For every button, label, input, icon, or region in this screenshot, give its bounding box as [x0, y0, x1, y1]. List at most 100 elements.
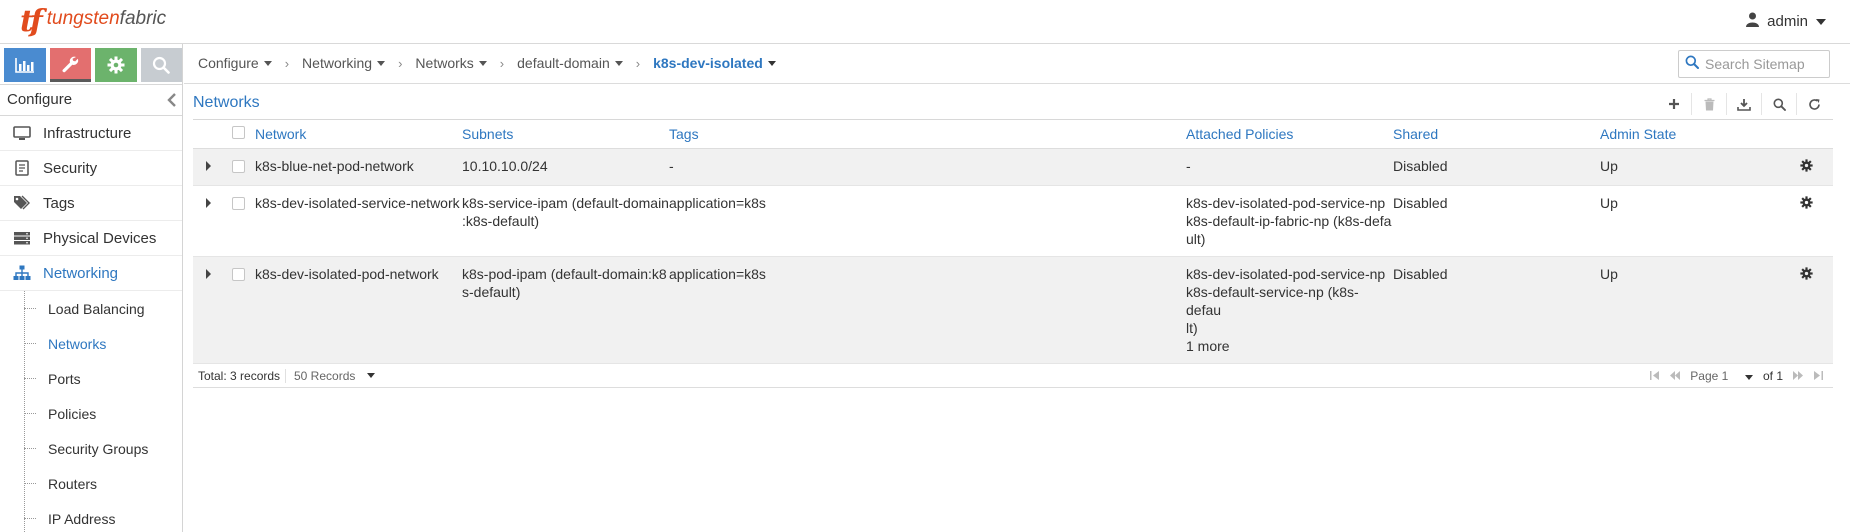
cell-tags: application=k8s [669, 185, 1186, 257]
last-page-icon[interactable] [1813, 369, 1823, 383]
breadcrumb-networks[interactable]: Networks [415, 55, 487, 71]
breadcrumb: Configure › Networking › Networks › defa… [198, 55, 776, 71]
subnet-line: k8s-pod-ipam (default-domain:k8 [462, 265, 667, 282]
breadcrumb-project[interactable]: k8s-dev-isolated [653, 55, 776, 71]
sidebar-subitem-routers[interactable]: Routers [0, 466, 182, 501]
plus-icon [1668, 99, 1679, 109]
collapse-sidebar-icon[interactable] [166, 85, 178, 126]
logo-wordmark: tungstenfabric [47, 8, 166, 30]
sidebar-header: Configure [0, 84, 182, 116]
sidebar-subitem-load-balancing[interactable]: Load Balancing [0, 291, 182, 326]
security-icon [12, 160, 32, 176]
expand-row-icon[interactable] [206, 268, 211, 279]
chevron-down-icon [614, 60, 623, 66]
search-icon [1773, 98, 1786, 111]
networking-icon [12, 265, 32, 281]
pagination: Page 1 of 1 [1650, 369, 1823, 383]
sidebar-subitem-ip-address[interactable]: IP Address [0, 501, 182, 532]
cell-admin-state: Up [1600, 256, 1800, 364]
next-page-icon[interactable] [1793, 369, 1803, 383]
row-actions-gear-icon[interactable] [1800, 266, 1813, 284]
row-checkbox[interactable] [232, 196, 245, 210]
refresh-icon [1808, 98, 1820, 110]
table-row[interactable]: k8s-dev-isolated-pod-network k8s-pod-ipa… [193, 256, 1833, 364]
expand-row-icon[interactable] [206, 197, 211, 208]
search-grid-button[interactable] [1761, 93, 1796, 115]
breadcrumb-label: Networking [302, 55, 373, 71]
breadcrumb-configure[interactable]: Configure [198, 55, 272, 71]
trash-icon [1704, 97, 1714, 110]
breadcrumb-networking[interactable]: Networking [302, 55, 386, 71]
expand-row-icon[interactable] [206, 160, 211, 171]
cell-tags: - [669, 148, 1186, 186]
networks-grid: Networks Network Subnets Tags Attached P… [193, 88, 1833, 388]
sidebar-item-label: Networking [43, 264, 119, 282]
refresh-button[interactable] [1796, 93, 1831, 115]
sidebar-item-physical-devices[interactable]: Physical Devices [0, 221, 182, 256]
breadcrumb-label: k8s-dev-isolated [653, 55, 763, 71]
sidebar-item-label: Infrastructure [43, 124, 132, 142]
sidebar-item-security[interactable]: Security [0, 151, 182, 186]
table-row[interactable]: k8s-blue-net-pod-network 10.10.10.0/24 -… [193, 148, 1833, 186]
cell-attached-policies: - [1186, 148, 1393, 186]
more-policies-link[interactable]: 1 more [1186, 337, 1393, 355]
sidebar-item-label: Tags [43, 194, 75, 212]
sidebar-item-networking[interactable]: Networking [0, 256, 182, 291]
user-menu[interactable]: admin [1746, 12, 1826, 31]
row-actions-gear-icon[interactable] [1800, 195, 1813, 213]
delete-button[interactable] [1691, 93, 1726, 115]
breadcrumb-bar: Configure › Networking › Networks › defa… [184, 44, 1850, 84]
chevron-down-icon [1816, 18, 1826, 25]
sidebar-item-tags[interactable]: Tags [0, 186, 182, 221]
wrench-icon [62, 56, 79, 72]
column-header-network[interactable]: Network [255, 120, 462, 149]
breadcrumb-domain[interactable]: default-domain [517, 55, 623, 71]
tab-settings[interactable] [95, 48, 137, 82]
search-sitemap-input[interactable] [1705, 56, 1825, 72]
sidebar-subitem-networks[interactable]: Networks [0, 326, 182, 361]
networks-table: Network Subnets Tags Attached Policies S… [193, 120, 1833, 364]
cell-admin-state: Up [1600, 148, 1800, 186]
sidebar-subitem-security-groups[interactable]: Security Groups [0, 431, 182, 466]
cell-tags: application=k8s [669, 256, 1186, 364]
grid-toolbar [1656, 93, 1831, 115]
page-select[interactable]: Page 1 [1690, 369, 1753, 383]
column-header-attached-policies[interactable]: Attached Policies [1186, 120, 1393, 149]
export-button[interactable] [1726, 93, 1761, 115]
cell-subnets: k8s-service-ipam (default-domain :k8s-de… [462, 185, 669, 257]
cell-attached-policies: k8s-dev-isolated-pod-service-np k8s-defa… [1186, 185, 1393, 257]
table-row[interactable]: k8s-dev-isolated-service-network k8s-ser… [193, 185, 1833, 257]
row-checkbox[interactable] [232, 267, 245, 281]
page-value: Page 1 [1690, 368, 1729, 383]
policy-line: k8s-dev-isolated-pod-service-np [1186, 194, 1386, 211]
page-count: of 1 [1762, 368, 1783, 383]
tungsten-fabric-logo[interactable]: tf tungstenfabric [20, 4, 166, 39]
grid-pager: Total: 3 records 50 Records Page 1 of 1 [193, 364, 1833, 388]
policy-line: ult) [1186, 230, 1206, 247]
tab-configure[interactable] [49, 48, 91, 82]
select-all-checkbox[interactable] [232, 125, 245, 139]
column-header-subnets[interactable]: Subnets [462, 120, 669, 149]
previous-page-icon[interactable] [1670, 369, 1681, 383]
row-actions-gear-icon[interactable] [1800, 158, 1813, 176]
sidebar-item-infrastructure[interactable]: Infrastructure [0, 116, 182, 151]
tab-monitor[interactable] [4, 48, 46, 82]
networking-submenu: Load Balancing Networks Ports Policies S… [0, 291, 182, 532]
cell-network: k8s-blue-net-pod-network [255, 148, 462, 186]
chevron-down-icon [367, 373, 376, 378]
page-size-select[interactable]: 50 Records [285, 368, 376, 383]
sidebar-subitem-policies[interactable]: Policies [0, 396, 182, 431]
search-icon [1685, 55, 1699, 73]
sidebar-subitem-ports[interactable]: Ports [0, 361, 182, 396]
row-checkbox[interactable] [232, 159, 245, 173]
column-header-shared[interactable]: Shared [1393, 120, 1600, 149]
add-network-button[interactable] [1656, 93, 1691, 115]
tab-query[interactable] [140, 48, 182, 82]
breadcrumb-separator-icon: › [499, 55, 505, 71]
first-page-icon[interactable] [1650, 369, 1660, 383]
cell-subnets: 10.10.10.0/24 [462, 148, 669, 186]
cell-shared: Disabled [1393, 256, 1600, 364]
column-header-admin-state[interactable]: Admin State [1600, 120, 1800, 149]
cell-shared: Disabled [1393, 148, 1600, 186]
column-header-tags[interactable]: Tags [669, 120, 1186, 149]
